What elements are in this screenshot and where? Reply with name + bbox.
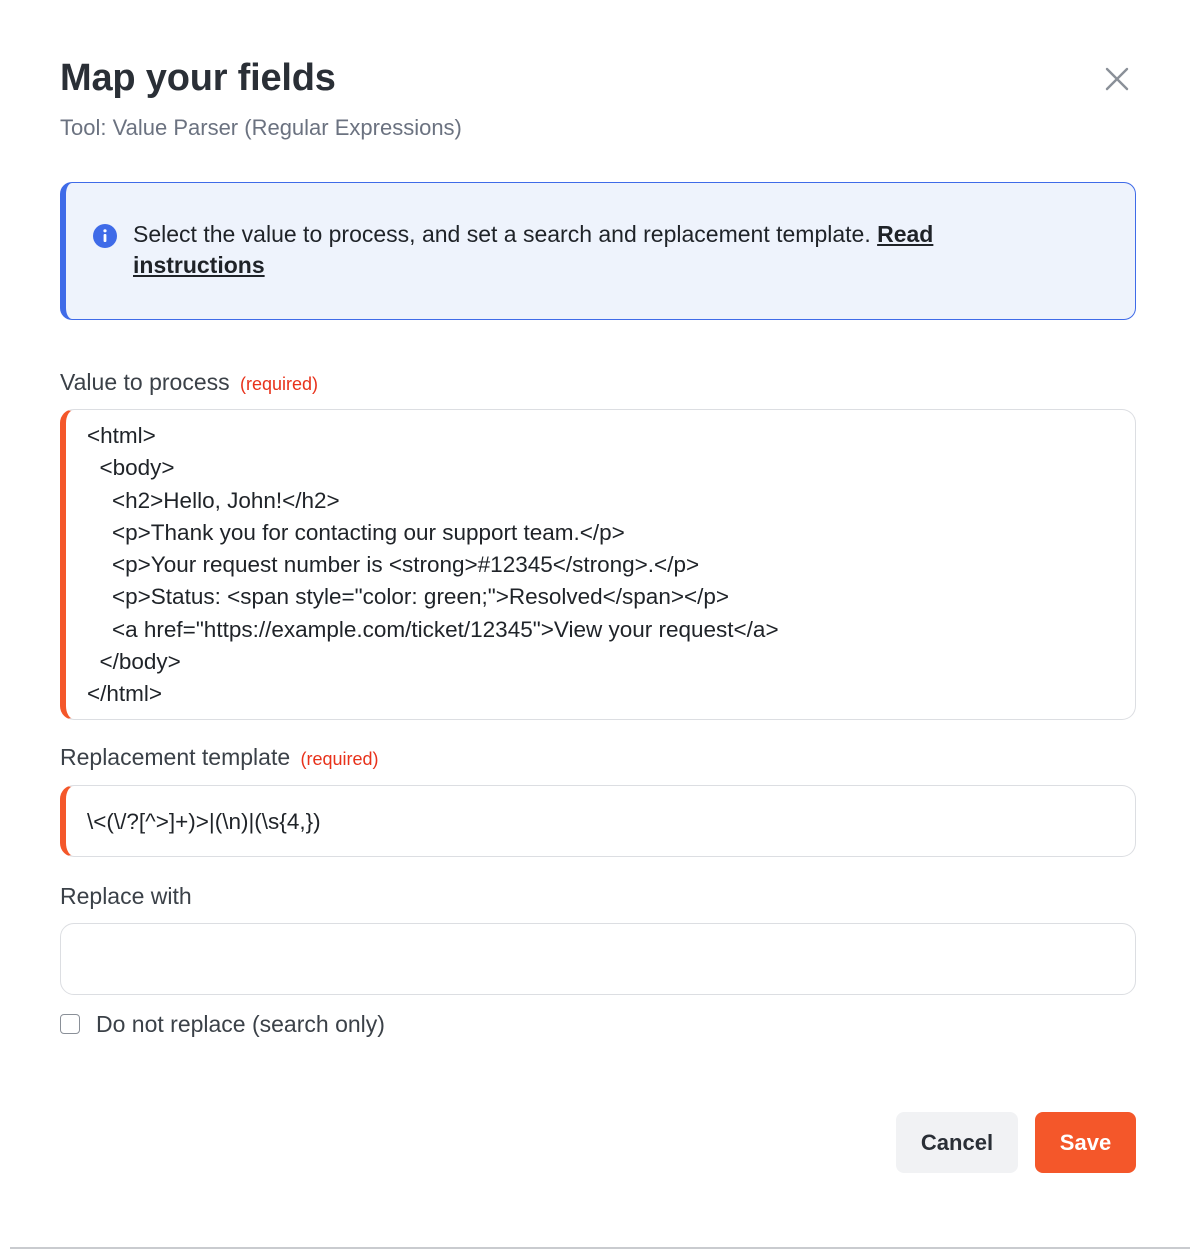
save-button[interactable]: Save — [1035, 1112, 1136, 1173]
info-message: Select the value to process, and set a s… — [133, 221, 878, 247]
replacement-template-label: Replacement template (required) — [60, 742, 379, 774]
replace-with-field[interactable] — [60, 923, 1136, 995]
search-only-label: Do not replace (search only) — [96, 1010, 385, 1037]
value-to-process-text: <html> <body> <h2>Hello, John!</h2> <p>T… — [87, 423, 779, 707]
value-to-process-label-text: Value to process — [60, 369, 230, 395]
replace-with-label: Replace with — [60, 883, 192, 909]
search-only-checkbox[interactable] — [60, 1014, 80, 1034]
info-banner: Select the value to process, and set a s… — [60, 182, 1136, 320]
replacement-template-label-text: Replacement template — [60, 744, 291, 770]
info-icon — [93, 224, 117, 248]
close-icon — [1098, 60, 1136, 98]
map-fields-dialog: Map your fields Tool: Value Parser (Regu… — [0, 0, 1200, 1251]
required-tag: (required) — [240, 374, 319, 394]
replacement-template-field[interactable]: \<(\/?[^>]+)>|(\n)|(\s{4,}) — [60, 785, 1136, 857]
value-to-process-label: Value to process (required) — [60, 367, 318, 399]
info-text: Select the value to process, and set a s… — [133, 219, 1033, 281]
required-tag: (required) — [300, 749, 379, 769]
close-button[interactable] — [1098, 60, 1136, 98]
dialog-title: Map your fields — [60, 57, 336, 99]
dialog-subtitle: Tool: Value Parser (Regular Expressions) — [60, 115, 462, 140]
replacement-template-value: \<(\/?[^>]+)>|(\n)|(\s{4,}) — [87, 809, 321, 834]
value-to-process-field[interactable]: <html> <body> <h2>Hello, John!</h2> <p>T… — [60, 409, 1136, 720]
cancel-button[interactable]: Cancel — [896, 1112, 1018, 1173]
search-only-option[interactable]: Do not replace (search only) — [60, 1008, 385, 1040]
